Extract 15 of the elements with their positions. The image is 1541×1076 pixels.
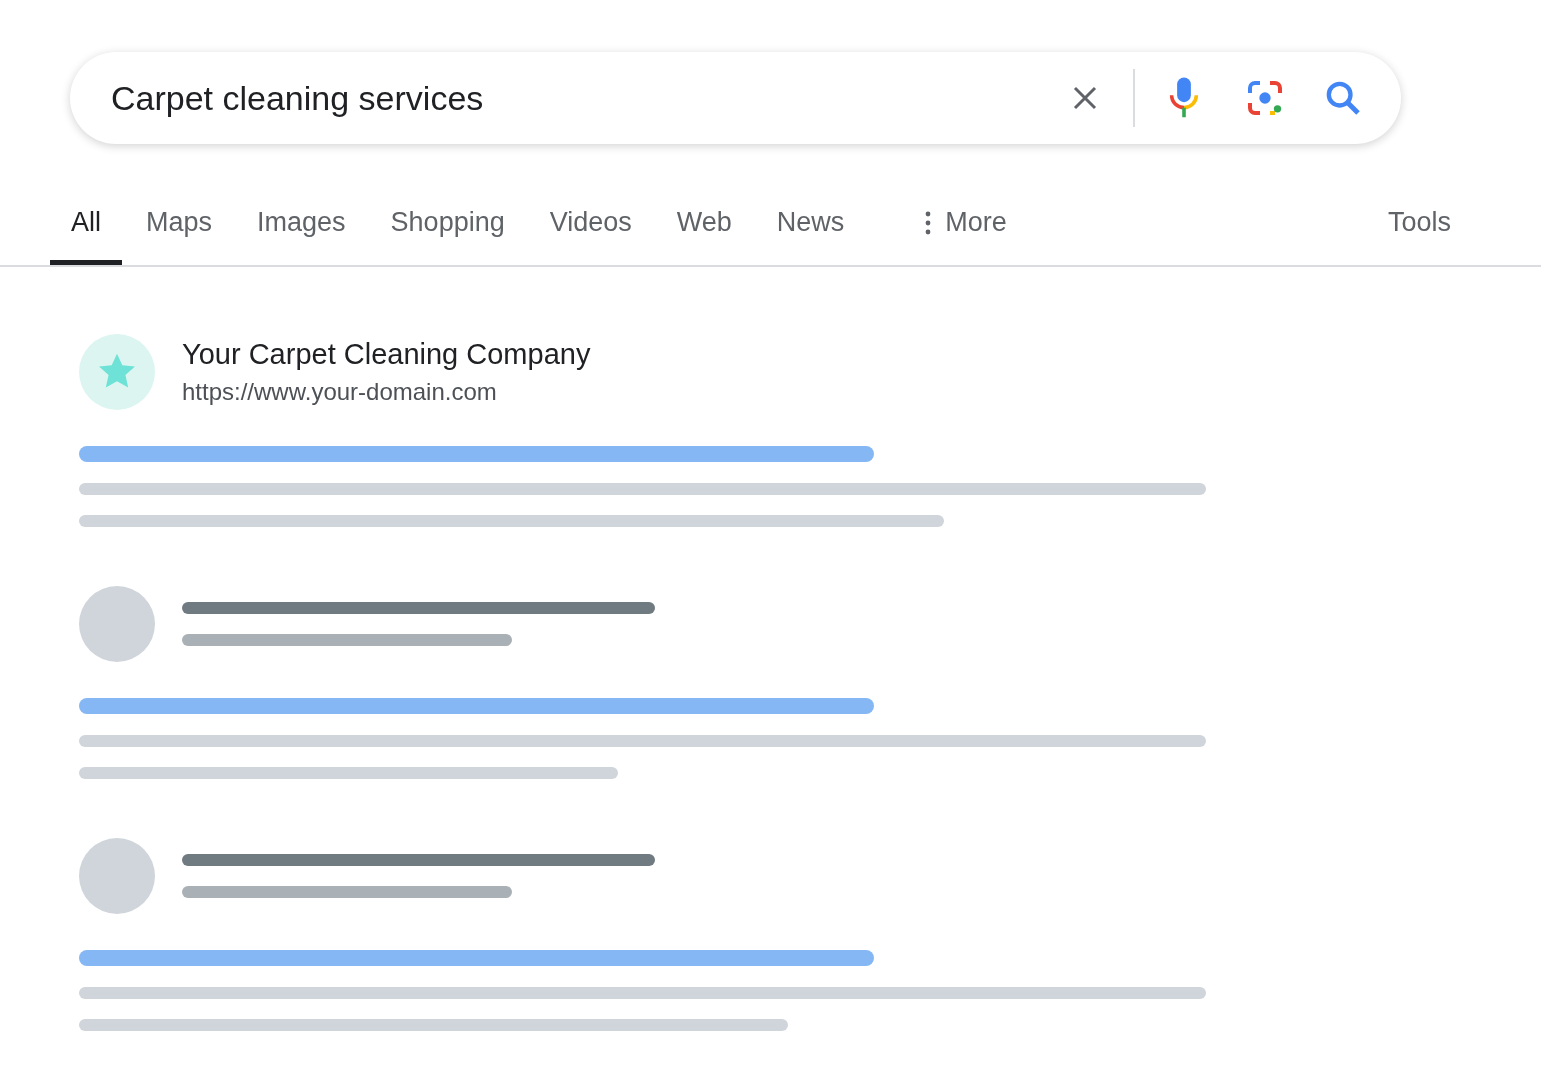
- tab[interactable]: Videos: [528, 185, 653, 265]
- tab[interactable]: Images: [236, 185, 367, 265]
- result-url: https://www.your-domain.com: [182, 377, 498, 407]
- tab[interactable]: More: [904, 185, 1028, 265]
- tab[interactable]: Shopping: [369, 185, 526, 265]
- camera-icon[interactable]: [1245, 78, 1285, 118]
- search-field[interactable]: Carpet cleaning services: [111, 72, 1069, 124]
- microphone-icon[interactable]: [1167, 76, 1201, 120]
- tab[interactable]: All: [50, 185, 122, 265]
- tab[interactable]: News: [755, 185, 866, 265]
- tab[interactable]: Web: [655, 185, 753, 265]
- result-title[interactable]: Your Carpet Cleaning Company: [182, 336, 591, 372]
- tools-button[interactable]: Tools: [1387, 185, 1451, 265]
- more-vertical-icon: [925, 210, 932, 235]
- tab[interactable]: Maps: [125, 185, 234, 265]
